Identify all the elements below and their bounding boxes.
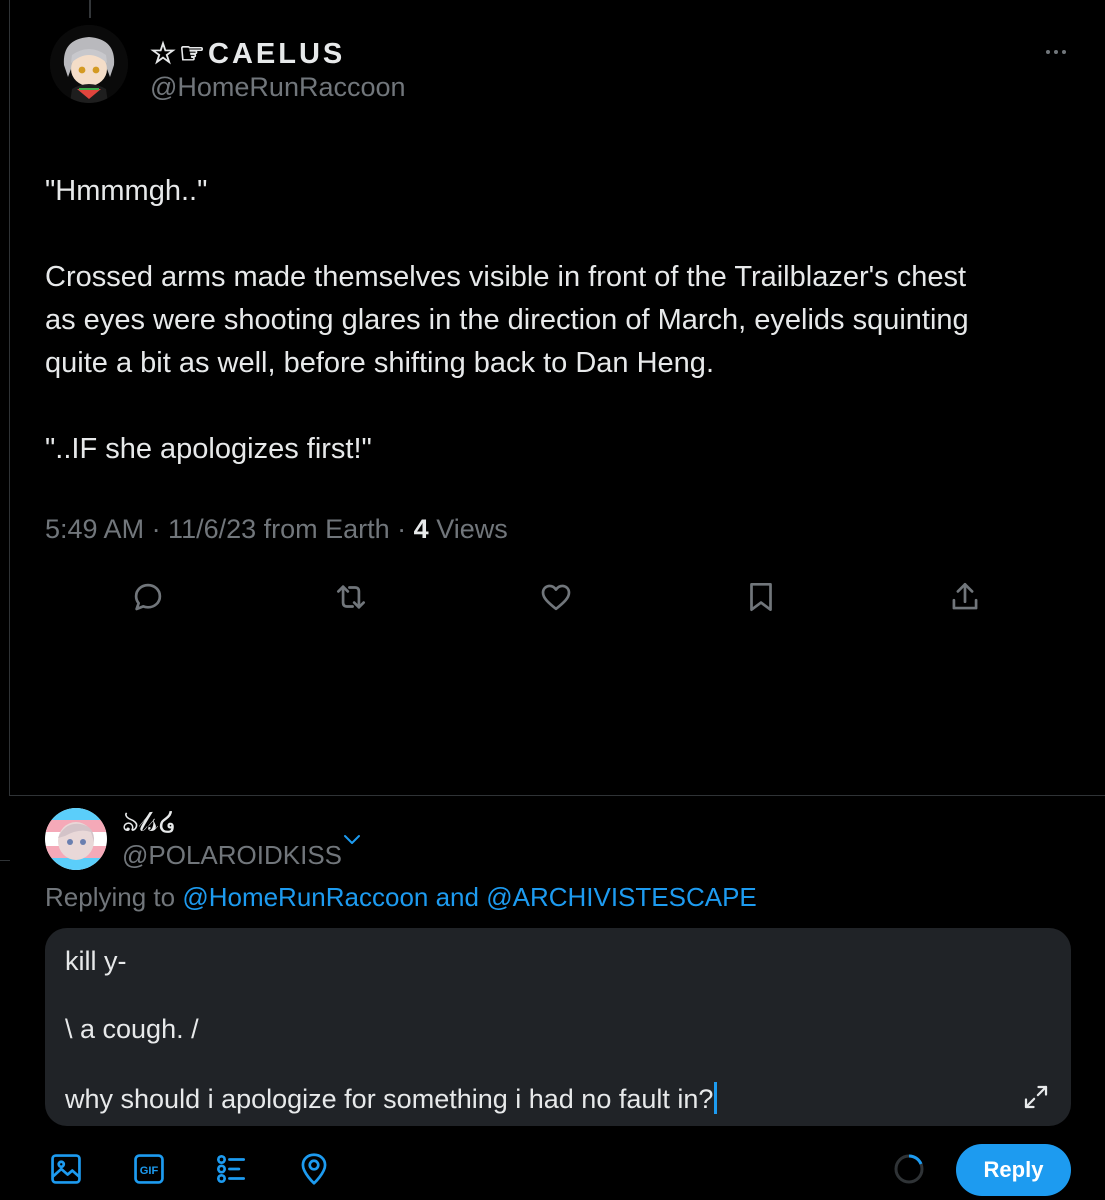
draft-line[interactable]: \ a cough. / — [65, 1014, 199, 1045]
draft-line[interactable]: kill y- — [65, 946, 127, 977]
replying-prefix: Replying to — [45, 882, 183, 912]
replying-and[interactable]: and — [428, 882, 486, 912]
author-handle[interactable]: @HomeRunRaccoon — [150, 72, 406, 103]
retweet-icon[interactable] — [332, 578, 370, 616]
share-icon[interactable] — [946, 578, 984, 616]
like-icon[interactable] — [537, 578, 575, 616]
more-options-icon[interactable] — [1042, 40, 1070, 64]
character-count-ring — [892, 1152, 926, 1186]
draft-line-text[interactable]: why should i apologize for something i h… — [65, 1084, 713, 1114]
svg-text:GIF: GIF — [140, 1165, 159, 1177]
author-display-name[interactable]: ☆☞CAELUS — [150, 36, 345, 71]
column-border-tick — [0, 860, 10, 861]
poll-icon[interactable] — [212, 1150, 250, 1188]
views-label: Views — [428, 514, 508, 544]
reply-text-area[interactable]: kill y- \ a cough. / why should i apolog… — [45, 928, 1071, 1126]
section-divider — [9, 795, 1105, 796]
reply-icon[interactable] — [129, 578, 167, 616]
image-icon[interactable] — [47, 1150, 85, 1188]
draft-line-last[interactable]: why should i apologize for something i h… — [65, 1082, 718, 1115]
tweet-meta: 5:49 AM · 11/6/23 from Earth · 4 Views — [45, 514, 508, 545]
expand-icon[interactable] — [1021, 1082, 1051, 1112]
location-icon[interactable] — [295, 1150, 333, 1188]
thread-connector-line — [89, 0, 91, 18]
reply-button[interactable]: Reply — [956, 1144, 1071, 1196]
tweet-text: "Hmmmgh.." Crossed arms made themselves … — [45, 175, 969, 465]
replying-user-link[interactable]: @ARCHIVISTESCAPE — [486, 882, 757, 912]
replying-user-link[interactable]: @HomeRunRaccoon — [182, 882, 428, 912]
tweet-timestamp-source[interactable]: 5:49 AM · 11/6/23 from Earth · — [45, 514, 414, 544]
chevron-down-icon[interactable] — [340, 828, 364, 852]
views-count: 4 — [413, 514, 429, 544]
reply-account-avatar[interactable] — [45, 808, 107, 870]
column-border — [9, 0, 10, 795]
reply-account-handle: @POLAROIDKISS — [122, 840, 343, 870]
replying-to-line: Replying to @HomeRunRaccoon and @ARCHIVI… — [45, 882, 757, 913]
gif-icon[interactable]: GIF — [130, 1150, 168, 1188]
text-cursor — [714, 1082, 718, 1114]
author-avatar[interactable] — [50, 25, 128, 103]
bookmark-icon[interactable] — [742, 578, 780, 616]
